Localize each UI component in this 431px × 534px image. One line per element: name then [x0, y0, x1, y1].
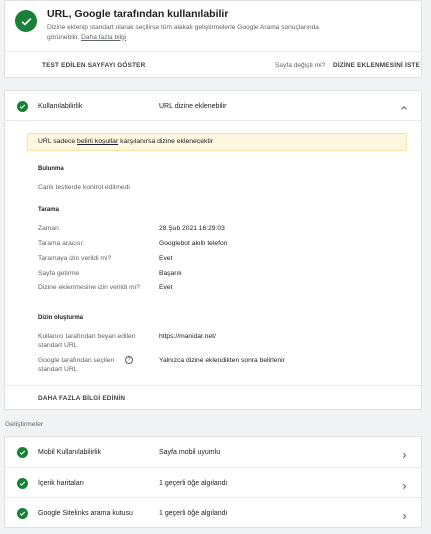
check-circle-icon [17, 447, 28, 458]
coverage-card: Kullanılabilirlik URL dizine eklenebilir… [4, 90, 422, 410]
user-canonical-value: https://manidar.net/ [159, 333, 216, 340]
status-card: URL, Google tarafından kullanılabilir Di… [4, 0, 422, 78]
coverage-value: URL dizine eklenebilir [159, 103, 227, 110]
notice-suffix: karşılanırsa dizine eklenecektir [120, 138, 214, 145]
check-circle-icon [15, 10, 37, 32]
check-circle-icon [17, 101, 28, 112]
enhancement-label: Mobil Kullanılabilirlik [38, 449, 102, 456]
discovery-heading: Bulunma [38, 166, 64, 172]
enhancement-value: 1 geçerli öğe algılandı [159, 510, 228, 517]
notice-prefix: URL sadece [38, 138, 76, 145]
chevron-right-icon[interactable] [400, 478, 409, 496]
chevron-right-icon[interactable] [400, 508, 409, 526]
status-description: Dizine eklenip standart olarak seçilirse… [47, 23, 327, 42]
conditions-notice: URL sadece belirli koşullar karşılanırsa… [27, 133, 407, 151]
crawler-label: Tarama aracısı: [38, 240, 85, 247]
crawl-heading: Tarama [38, 207, 59, 213]
help-icon[interactable]: ? [125, 356, 133, 364]
page-fetch-value: Başarılı [159, 270, 182, 277]
crawl-allowed-label: Taramaya izin verildi mi? [38, 255, 112, 262]
crawler-value: Googlebot akıllı telefon [159, 240, 228, 247]
enhancement-row-sitelinks[interactable]: Google Sitelinks arama kutusu 1 geçerli … [5, 498, 421, 529]
enhancement-value: Sayfa mobil uyumlu [159, 449, 221, 456]
indexing-allowed-label: Dizine eklenmesine izin verildi mi? [38, 284, 140, 291]
enhancement-label: İçerik haritaları [38, 479, 84, 487]
enhancement-row-sitemaps[interactable]: İçerik haritaları 1 geçerli öğe algıland… [5, 468, 421, 498]
chevron-right-icon[interactable] [400, 447, 409, 465]
coverage-footer: DAHA FAZLA BİLGİ EDİNİN [5, 385, 421, 411]
crawl-time-value: 28 Şub 2021 16:29:03 [159, 225, 225, 232]
crawl-allowed-value: Evet [159, 255, 173, 262]
enhancement-row-mobile[interactable]: Mobil Kullanılabilirlik Sayfa mobil uyum… [5, 437, 421, 468]
divider [5, 51, 421, 52]
check-circle-icon [17, 477, 28, 489]
page-changed-text: Sayfa değişti mi? [275, 62, 326, 69]
page-fetch-label: Sayfa getirme [38, 270, 80, 277]
view-tested-page-button[interactable]: TEST EDİLEN SAYFAYI GÖSTER [42, 62, 145, 69]
conditions-link[interactable]: belirli koşullar [77, 138, 118, 145]
enhancements-heading: Geliştirmeler [5, 421, 44, 428]
learn-more-button[interactable]: DAHA FAZLA BİLGİ EDİNİN [38, 395, 125, 402]
chevron-up-icon[interactable] [399, 100, 409, 118]
learn-more-link[interactable]: Daha fazla bilgi [81, 34, 126, 41]
crawl-time-label: Zaman [38, 225, 59, 232]
indexing-heading: Dizin oluşturma [38, 315, 84, 321]
google-canonical-value: Yalnızca dizine eklendikten sonra belirl… [159, 357, 285, 364]
request-indexing-button[interactable]: DİZİNE EKLENMESİNİ İSTE [333, 62, 420, 69]
user-canonical-label: Kullanıcı tarafından beyan edilen standa… [38, 333, 136, 349]
status-title: URL, Google tarafından kullanılabilir [47, 8, 229, 20]
google-canonical-label: Google tarafından seçilen standart URL [38, 357, 115, 373]
indexing-allowed-value: Evet [159, 284, 173, 291]
discovery-text: Canlı testlerde kontrol edilmedi [38, 184, 130, 191]
enhancement-value: 1 geçerli öğe algılandı [159, 479, 228, 487]
coverage-label: Kullanılabilirlik [38, 103, 83, 110]
enhancement-label: Google Sitelinks arama kutusu [38, 510, 133, 517]
enhancements-card: Mobil Kullanılabilirlik Sayfa mobil uyum… [4, 436, 422, 528]
check-circle-icon [17, 508, 28, 519]
coverage-header[interactable]: Kullanılabilirlik URL dizine eklenebilir [5, 91, 421, 121]
